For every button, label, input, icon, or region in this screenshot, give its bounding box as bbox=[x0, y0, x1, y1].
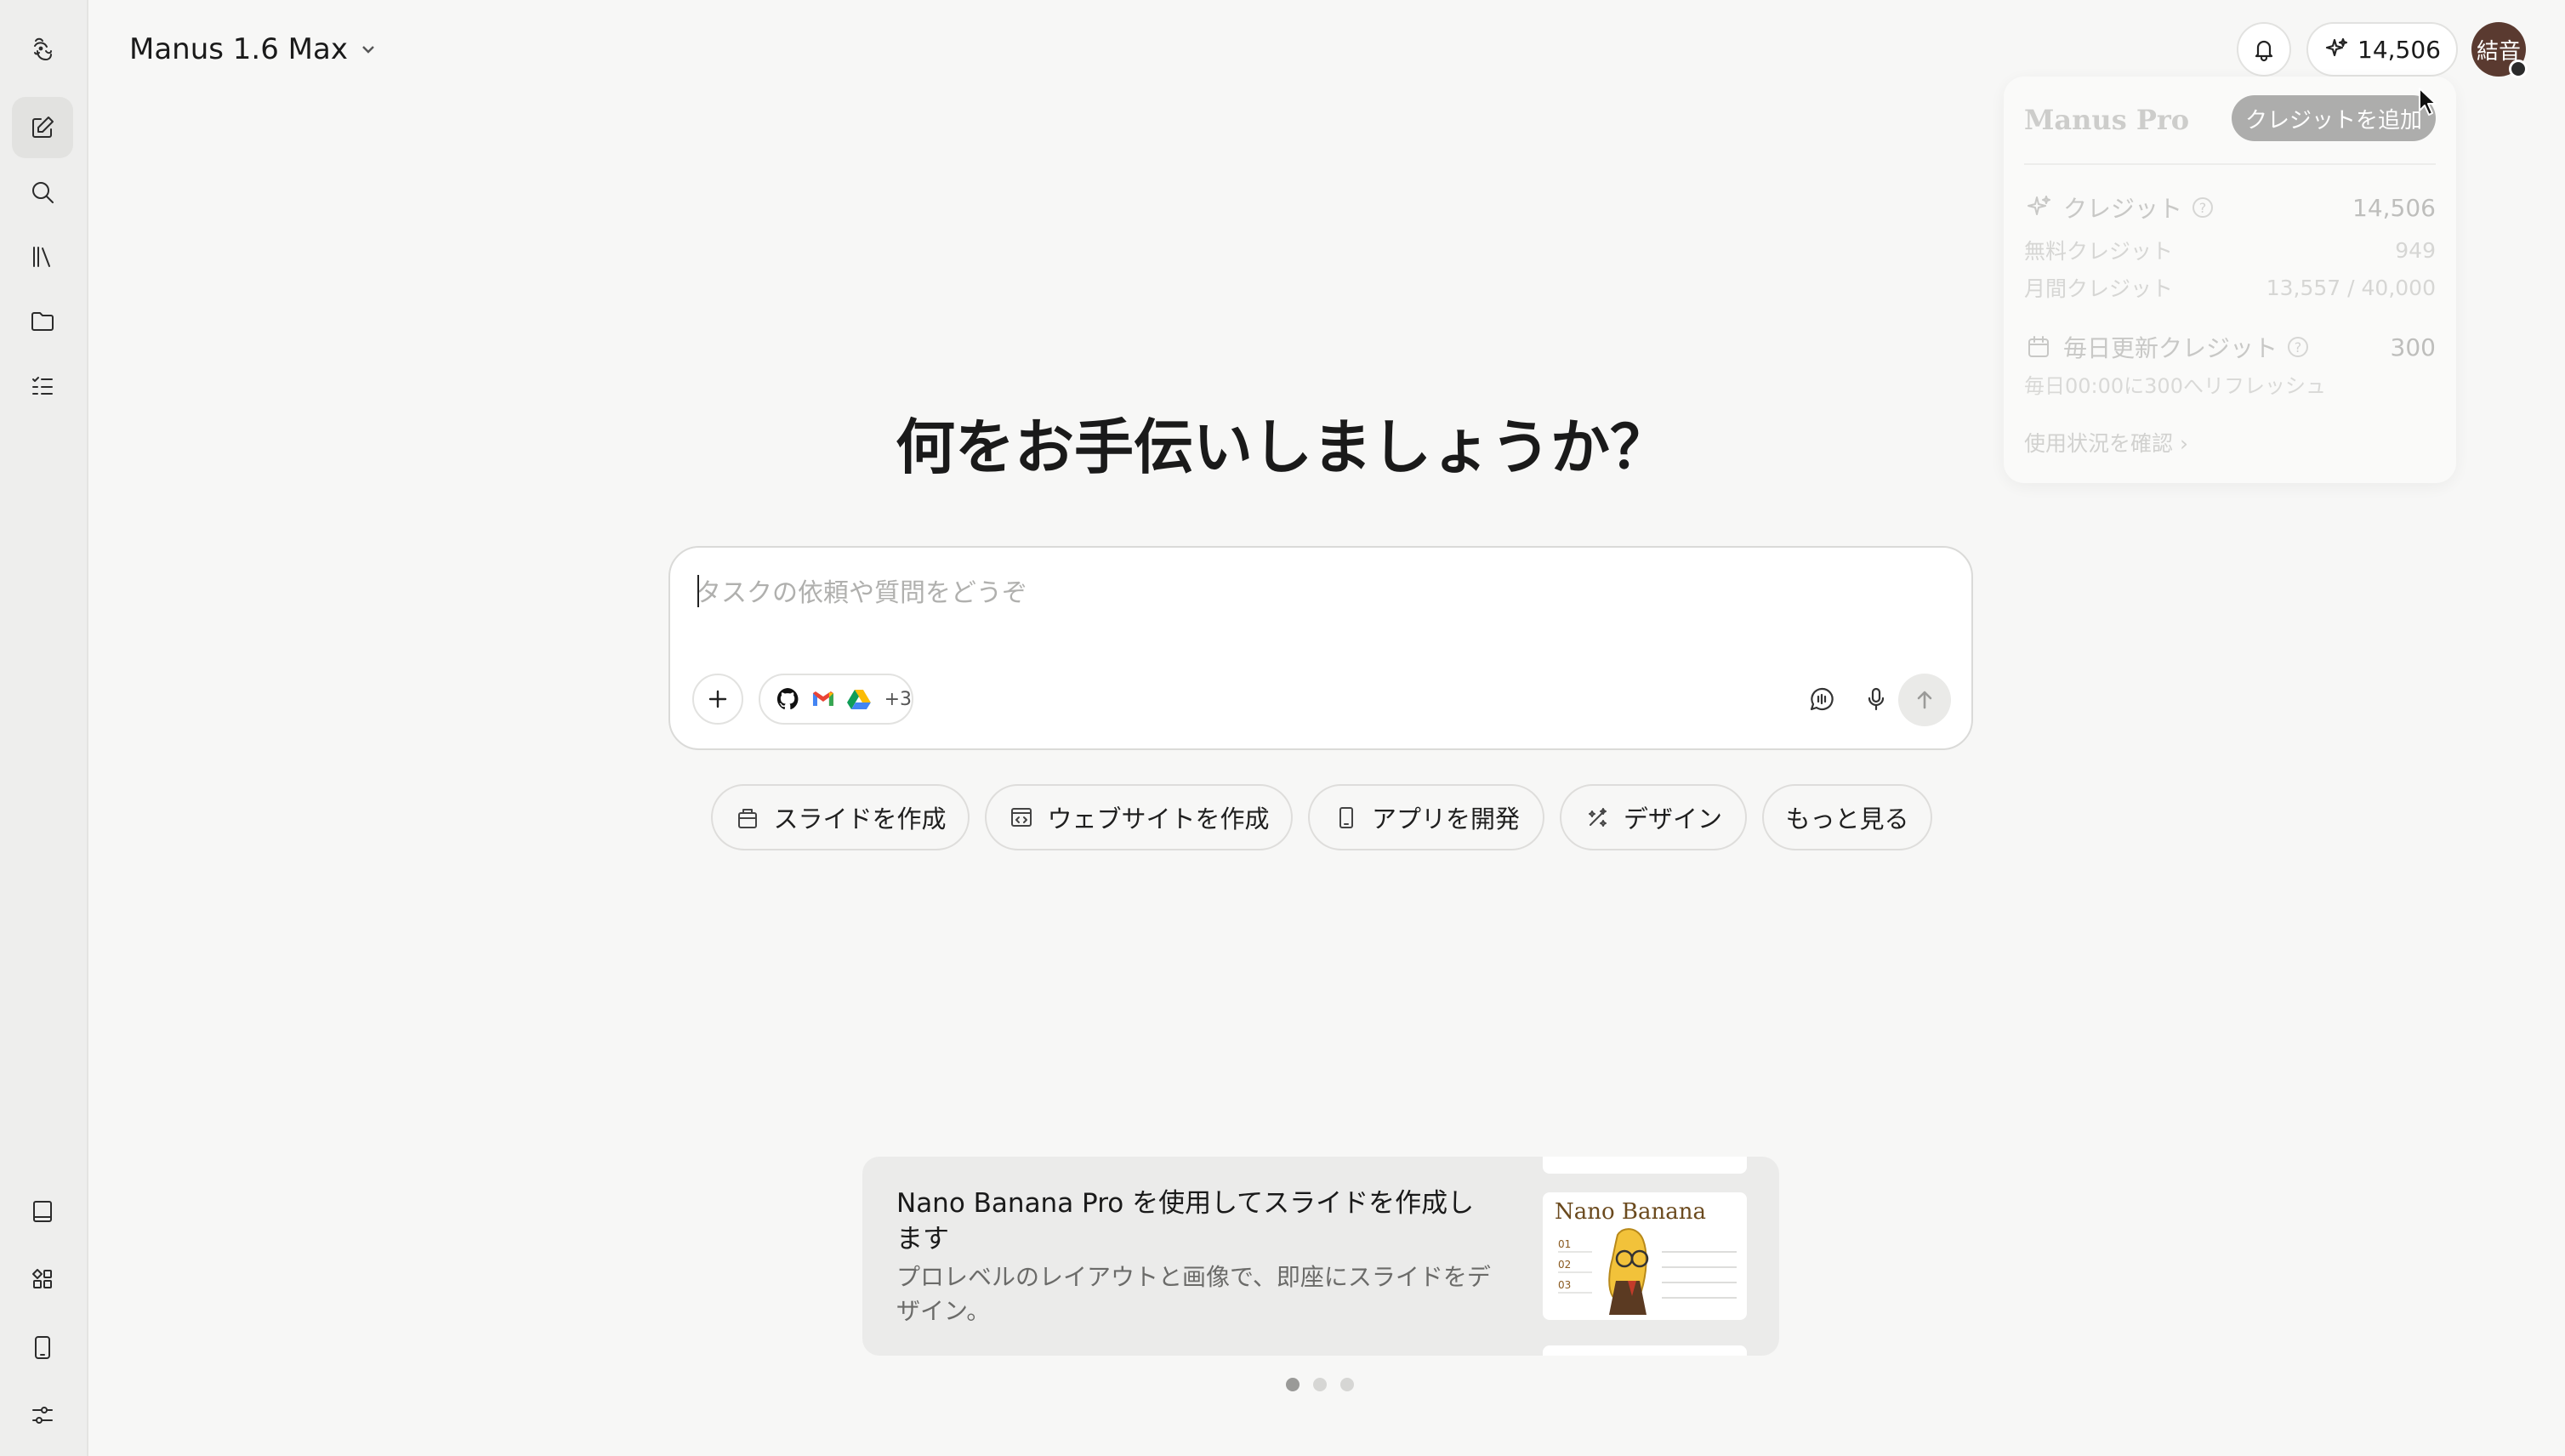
credits-label: クレジット bbox=[2063, 195, 2183, 223]
projects-button[interactable] bbox=[12, 291, 73, 352]
mobile-icon bbox=[35, 1336, 50, 1359]
google-drive-icon bbox=[846, 690, 871, 709]
sparkle-icon bbox=[2325, 37, 2348, 57]
library-icon bbox=[33, 247, 50, 267]
chip-label: アプリを開発 bbox=[1371, 805, 1520, 833]
microphone-button[interactable] bbox=[1856, 679, 1897, 719]
avatar-status-badge bbox=[2509, 60, 2528, 78]
thumb-list-item: 03 bbox=[1558, 1279, 1572, 1291]
task-input[interactable] bbox=[696, 572, 1937, 614]
mobile-app-icon bbox=[1339, 807, 1353, 828]
text-caret bbox=[697, 575, 699, 607]
thumb-list-item: 01 bbox=[1558, 1238, 1572, 1250]
promo-card[interactable]: Nano Banana Pro を使用してスライドを作成します プロレベルのレイ… bbox=[862, 1157, 1779, 1356]
apps-button[interactable] bbox=[12, 1248, 73, 1310]
settings-sliders-icon bbox=[32, 1407, 53, 1424]
task-list-icon bbox=[32, 377, 53, 395]
chip-label: もっと見る bbox=[1785, 805, 1909, 833]
chevron-down-icon bbox=[362, 46, 374, 54]
promo-thumb-next bbox=[1543, 1345, 1747, 1356]
daily-credits-value: 300 bbox=[2390, 333, 2436, 361]
daily-refresh-note: 毎日00:00に300へリフレッシュ bbox=[2024, 374, 2326, 398]
monthly-credits-label: 月間クレジット bbox=[2024, 276, 2174, 301]
divider bbox=[2024, 163, 2436, 165]
plan-name: Manus Pro bbox=[2024, 104, 2190, 136]
sidebar bbox=[0, 0, 88, 1456]
create-slides-button[interactable]: スライドを作成 bbox=[711, 784, 970, 850]
send-button[interactable] bbox=[1898, 674, 1951, 726]
connectors-more-count: +3 bbox=[884, 688, 913, 710]
credits-count: 14,506 bbox=[2357, 35, 2441, 64]
help-icon[interactable]: ? bbox=[2288, 337, 2309, 357]
create-website-button[interactable]: ウェブサイトを作成 bbox=[985, 784, 1293, 850]
thumb-list-item: 02 bbox=[1558, 1259, 1572, 1271]
free-credits-row: 無料クレジット 949 bbox=[2024, 235, 2436, 265]
gmail-icon bbox=[812, 691, 833, 706]
sparkle-icon bbox=[2028, 196, 2050, 215]
new-task-button[interactable] bbox=[12, 97, 73, 158]
promo-description: プロレベルのレイアウトと画像で、即座にスライドをデザイン。 bbox=[896, 1263, 1491, 1325]
book-icon bbox=[33, 1201, 52, 1222]
bell-icon bbox=[2255, 40, 2273, 62]
design-icon bbox=[1588, 808, 1607, 827]
promo-thumb-prev bbox=[1543, 1157, 1747, 1174]
plus-icon bbox=[708, 690, 727, 708]
monthly-credits-value: 13,557 / 40,000 bbox=[2266, 275, 2436, 300]
github-icon bbox=[776, 688, 799, 710]
daily-credits-label: 毎日更新クレジット bbox=[2063, 334, 2278, 362]
design-button[interactable]: デザイン bbox=[1560, 784, 1747, 850]
connectors-button[interactable]: +3 bbox=[759, 674, 913, 725]
develop-app-button[interactable]: アプリを開発 bbox=[1308, 784, 1544, 850]
help-icon[interactable]: ? bbox=[2192, 197, 2214, 218]
daily-credits-row: 毎日更新クレジット ? 300 bbox=[2024, 330, 2436, 364]
credits-row: クレジット ? 14,506 bbox=[2024, 191, 2436, 225]
free-credits-label: 無料クレジット bbox=[2024, 239, 2174, 264]
voice-chat-icon bbox=[1810, 687, 1834, 711]
voice-chat-button[interactable] bbox=[1801, 679, 1842, 719]
edit-icon bbox=[32, 117, 54, 138]
arrow-up-icon bbox=[1917, 691, 1932, 709]
apps-icon bbox=[32, 1269, 52, 1288]
website-icon bbox=[1011, 808, 1032, 827]
notifications-button[interactable] bbox=[2237, 22, 2291, 77]
attach-button[interactable] bbox=[692, 674, 743, 725]
library-button[interactable] bbox=[12, 226, 73, 287]
carousel-indicator bbox=[1286, 1378, 1354, 1391]
chip-label: スライドを作成 bbox=[773, 805, 947, 833]
carousel-dot[interactable] bbox=[1340, 1378, 1354, 1391]
add-credits-button[interactable]: クレジットを追加 bbox=[2232, 95, 2436, 141]
model-label: Manus 1.6 Max bbox=[129, 32, 348, 66]
banana-illustration bbox=[1558, 1228, 1737, 1315]
microphone-icon bbox=[1868, 687, 1885, 711]
chip-label: デザイン bbox=[1623, 805, 1722, 833]
carousel-dot[interactable] bbox=[1313, 1378, 1327, 1391]
credits-value: 14,506 bbox=[2352, 193, 2436, 222]
see-more-button[interactable]: もっと見る bbox=[1762, 784, 1932, 850]
mobile-button[interactable] bbox=[12, 1317, 73, 1378]
promo-thumbnail: Nano Banana 01 02 03 bbox=[1543, 1192, 1747, 1320]
docs-button[interactable] bbox=[12, 1180, 73, 1242]
calendar-icon bbox=[2028, 336, 2049, 357]
credits-button[interactable]: 14,506 bbox=[2306, 22, 2458, 77]
search-icon bbox=[32, 182, 54, 203]
promo-title: Nano Banana Pro を使用してスライドを作成します bbox=[896, 1188, 1475, 1254]
slides-icon bbox=[738, 809, 758, 828]
search-button[interactable] bbox=[12, 162, 73, 223]
free-credits-value: 949 bbox=[2395, 237, 2436, 263]
settings-button[interactable] bbox=[12, 1385, 73, 1446]
model-selector[interactable]: Manus 1.6 Max bbox=[129, 29, 378, 70]
monthly-credits-row: 月間クレジット 13,557 / 40,000 bbox=[2024, 272, 2436, 303]
task-composer: +3 bbox=[668, 546, 1973, 750]
folder-icon bbox=[31, 312, 54, 331]
page-title: 何をお手伝いしましょうか？ bbox=[896, 412, 1669, 482]
mouse-cursor-icon bbox=[2419, 88, 2437, 116]
chip-label: ウェブサイトを作成 bbox=[1047, 805, 1270, 833]
manus-logo-icon[interactable] bbox=[12, 19, 73, 80]
carousel-dot[interactable] bbox=[1286, 1378, 1300, 1391]
